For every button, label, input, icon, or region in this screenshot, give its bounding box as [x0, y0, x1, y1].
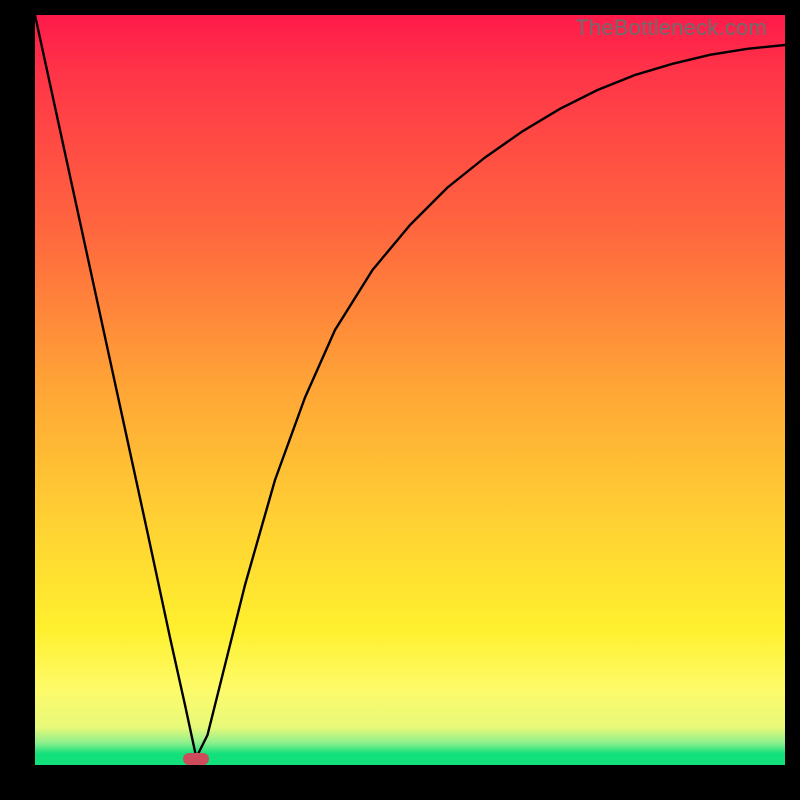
bottleneck-curve	[35, 15, 785, 765]
plot-area: TheBottleneck.com	[35, 15, 785, 765]
chart-frame: TheBottleneck.com	[0, 0, 800, 800]
bottleneck-marker	[183, 753, 209, 765]
